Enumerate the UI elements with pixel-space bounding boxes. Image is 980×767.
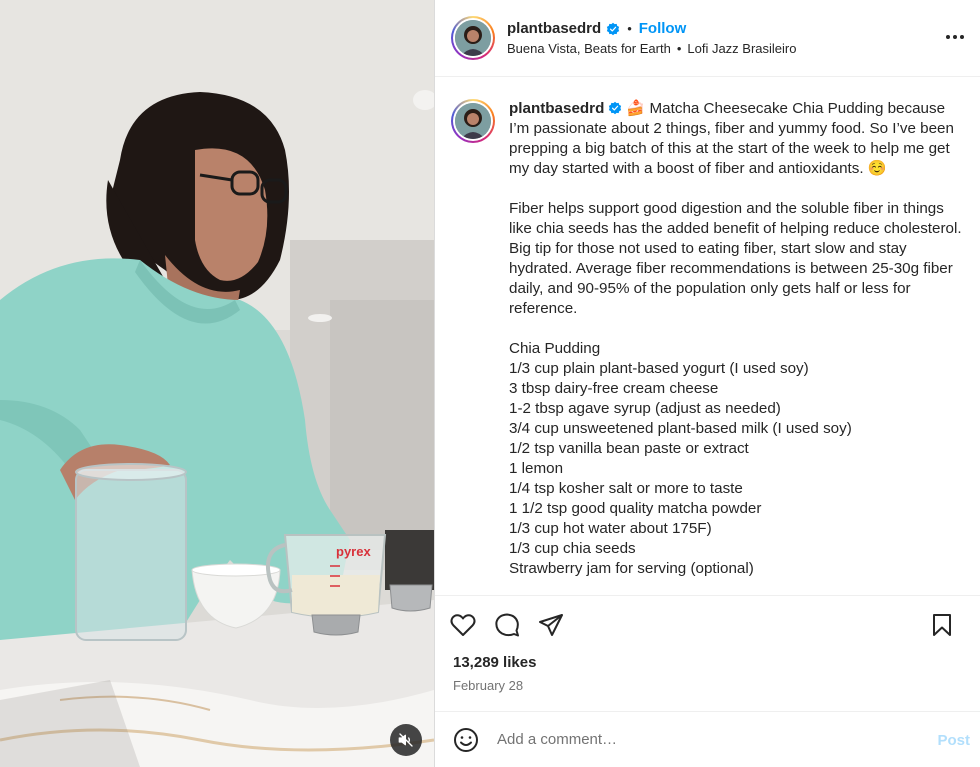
comment-icon xyxy=(495,613,519,637)
recipe-ingredient: 1-2 tbsp agave syrup (adjust as needed) xyxy=(509,400,781,417)
recipe-ingredient: 3 tbsp dairy-free cream cheese xyxy=(509,380,719,397)
verified-badge-icon xyxy=(609,101,622,115)
post-details-panel: plantbasedrd • Follow Buena Vista, Beats… xyxy=(435,0,980,767)
caption-text: plantbasedrd 🍰 Matcha Cheesecake Chia Pu… xyxy=(509,99,964,595)
comment-input[interactable] xyxy=(497,731,917,748)
caption-line: Fiber helps support good digestion and t… xyxy=(509,200,962,317)
comment-composer: Post xyxy=(435,711,980,767)
audio-track[interactable]: Lofi Jazz Brasileiro xyxy=(687,41,796,56)
bookmark-icon xyxy=(933,614,951,636)
video-frame: pyrex xyxy=(0,0,434,767)
recipe-ingredient: Strawberry jam for serving (optional) xyxy=(509,560,754,577)
post-comment-button[interactable]: Post xyxy=(937,732,970,749)
likes-count[interactable]: 13,289 likes xyxy=(435,654,980,674)
audio-separator: • xyxy=(676,41,682,56)
caption-username[interactable]: plantbasedrd xyxy=(509,100,604,117)
mute-button[interactable] xyxy=(390,724,422,756)
audio-info[interactable]: Buena Vista, Beats for Earth • Lofi Jazz… xyxy=(507,41,796,56)
recipe-ingredient: 1/4 tsp kosher salt or more to taste xyxy=(509,480,743,497)
avatar-image xyxy=(455,103,491,139)
recipe-title: Chia Pudding xyxy=(509,340,601,357)
save-button[interactable] xyxy=(928,611,956,639)
avatar-image xyxy=(455,20,491,56)
more-options-button[interactable] xyxy=(944,26,966,48)
share-button[interactable] xyxy=(537,611,565,639)
verified-badge-icon xyxy=(607,22,620,35)
avatar[interactable] xyxy=(451,16,495,60)
jar-brand-label: pyrex xyxy=(336,544,371,559)
recipe-ingredient: 1/3 cup chia seeds xyxy=(509,540,636,557)
heart-icon xyxy=(450,614,476,636)
post-dialog: pyrex plantbasedrd • Follow Buena Vista,… xyxy=(0,0,980,767)
post-date[interactable]: February 28 xyxy=(435,678,980,708)
share-icon xyxy=(539,614,563,636)
header-separator: • xyxy=(627,21,632,36)
audio-artist[interactable]: Buena Vista, Beats for Earth xyxy=(507,41,671,56)
recipe-ingredient: 1 lemon xyxy=(509,460,564,477)
cake-emoji: 🍰 xyxy=(626,100,646,117)
caption-section: plantbasedrd 🍰 Matcha Cheesecake Chia Pu… xyxy=(435,77,980,596)
volume-muted-icon xyxy=(398,733,413,747)
recipe-ingredient: 3/4 cup unsweetened plant-based milk (I … xyxy=(509,420,852,437)
comment-button[interactable] xyxy=(493,611,521,639)
more-horizontal-icon xyxy=(946,35,964,39)
post-header: plantbasedrd • Follow Buena Vista, Beats… xyxy=(435,0,980,77)
author-username[interactable]: plantbasedrd xyxy=(507,20,601,37)
recipe-ingredient: 1/2 tsp vanilla bean paste or extract xyxy=(509,440,749,457)
follow-button[interactable]: Follow xyxy=(639,20,687,37)
recipe-ingredient: 1 1/2 tsp good quality matcha powder xyxy=(509,500,762,517)
emoji-icon[interactable] xyxy=(453,727,479,753)
recipe-ingredient: 1/3 cup plain plant-based yogurt (I used… xyxy=(509,360,809,377)
like-button[interactable] xyxy=(449,611,477,639)
caption-avatar[interactable] xyxy=(451,99,495,143)
post-video[interactable]: pyrex xyxy=(0,0,434,767)
recipe-ingredient: 1/3 cup hot water about 175F) xyxy=(509,520,712,537)
action-bar xyxy=(435,596,980,654)
